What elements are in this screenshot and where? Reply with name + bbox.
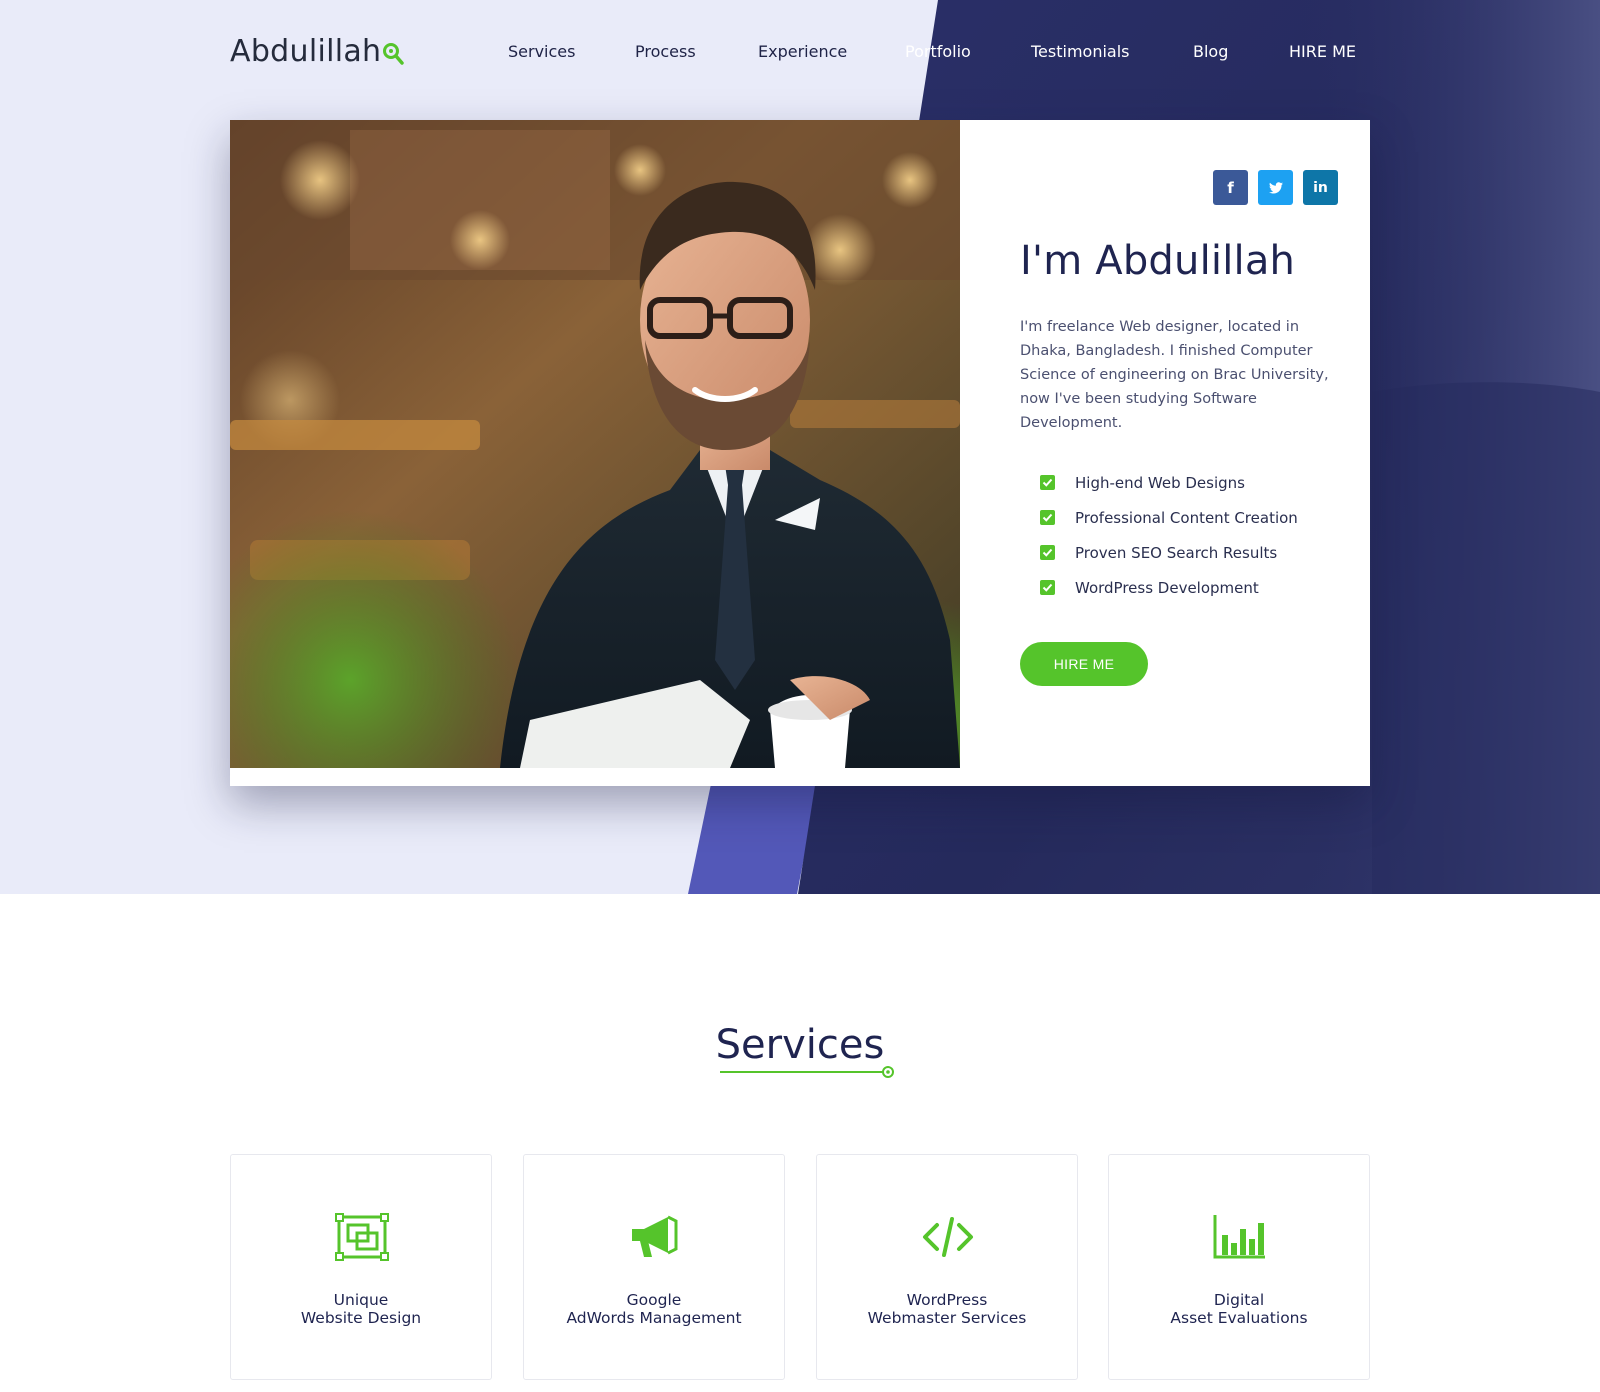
hero-title: I'm Abdulillah [1020, 238, 1296, 284]
services-heading: Services [715, 1022, 885, 1068]
nav-services[interactable]: Services [508, 42, 575, 61]
hero-description: I'm freelance Web designer, located in D… [1020, 319, 1329, 431]
service-name-line2: Website Design [300, 1309, 422, 1327]
checkbox-icon [1040, 510, 1055, 525]
hero-card: f in I'm Abdulillah I'm freelance Web de… [230, 120, 1370, 786]
feature-item: Professional Content Creation [1040, 500, 1298, 535]
service-card-wordpress[interactable]: WordPress Webmaster Services [816, 1154, 1078, 1380]
service-name-line2: Asset Evaluations [1170, 1309, 1308, 1327]
nav-testimonials[interactable]: Testimonials [1031, 42, 1130, 61]
nav-blog[interactable]: Blog [1193, 42, 1228, 61]
linkedin-icon[interactable]: in [1303, 170, 1338, 205]
twitter-bird-icon [1268, 181, 1283, 194]
checkbox-icon [1040, 545, 1055, 560]
service-name: Unique Website Design [231, 1291, 491, 1327]
feature-item: High-end Web Designs [1040, 465, 1298, 500]
feature-label: WordPress Development [1075, 578, 1259, 597]
feature-item: WordPress Development [1040, 570, 1298, 605]
megaphone-icon [632, 1215, 678, 1257]
service-name-line2: AdWords Management [566, 1309, 742, 1327]
service-name: WordPress Webmaster Services [817, 1291, 1077, 1327]
website-design-icon [335, 1213, 389, 1261]
portrait-illustration [230, 120, 960, 768]
service-card-digital-asset[interactable]: Digital Asset Evaluations [1108, 1154, 1370, 1380]
service-card-website-design[interactable]: Unique Website Design [230, 1154, 492, 1380]
service-card-adwords[interactable]: Google AdWords Management [523, 1154, 785, 1380]
main-navigation: Services Process Experience Portfolio Te… [0, 42, 1600, 66]
facebook-icon[interactable]: f [1213, 170, 1248, 205]
service-name-line2: Webmaster Services [867, 1309, 1027, 1327]
service-name-line1: WordPress [906, 1291, 988, 1309]
feature-list: High-end Web Designs Professional Conten… [1040, 465, 1298, 605]
feature-label: Proven SEO Search Results [1075, 543, 1278, 562]
feature-item: Proven SEO Search Results [1040, 535, 1298, 570]
service-name: Digital Asset Evaluations [1109, 1291, 1369, 1327]
bar-chart-icon [1213, 1215, 1265, 1259]
nav-process[interactable]: Process [635, 42, 696, 61]
hire-me-button[interactable]: HIRE ME [1020, 642, 1148, 686]
twitter-icon[interactable] [1258, 170, 1293, 205]
nav-experience[interactable]: Experience [758, 42, 847, 61]
nav-hire-me[interactable]: HIRE ME [1289, 42, 1356, 61]
profile-photo [230, 120, 960, 768]
feature-label: Professional Content Creation [1075, 508, 1298, 527]
nav-portfolio[interactable]: Portfolio [905, 42, 971, 61]
service-name-line1: Unique [333, 1291, 389, 1309]
feature-label: High-end Web Designs [1075, 473, 1245, 492]
checkbox-icon [1040, 475, 1055, 490]
social-links: f in [1213, 170, 1338, 205]
service-name-line1: Google [626, 1291, 682, 1309]
checkbox-icon [1040, 580, 1055, 595]
heading-underline-decoration [720, 1066, 894, 1078]
service-name: Google AdWords Management [524, 1291, 784, 1327]
service-name-line1: Digital [1213, 1291, 1265, 1309]
code-icon [923, 1217, 973, 1257]
